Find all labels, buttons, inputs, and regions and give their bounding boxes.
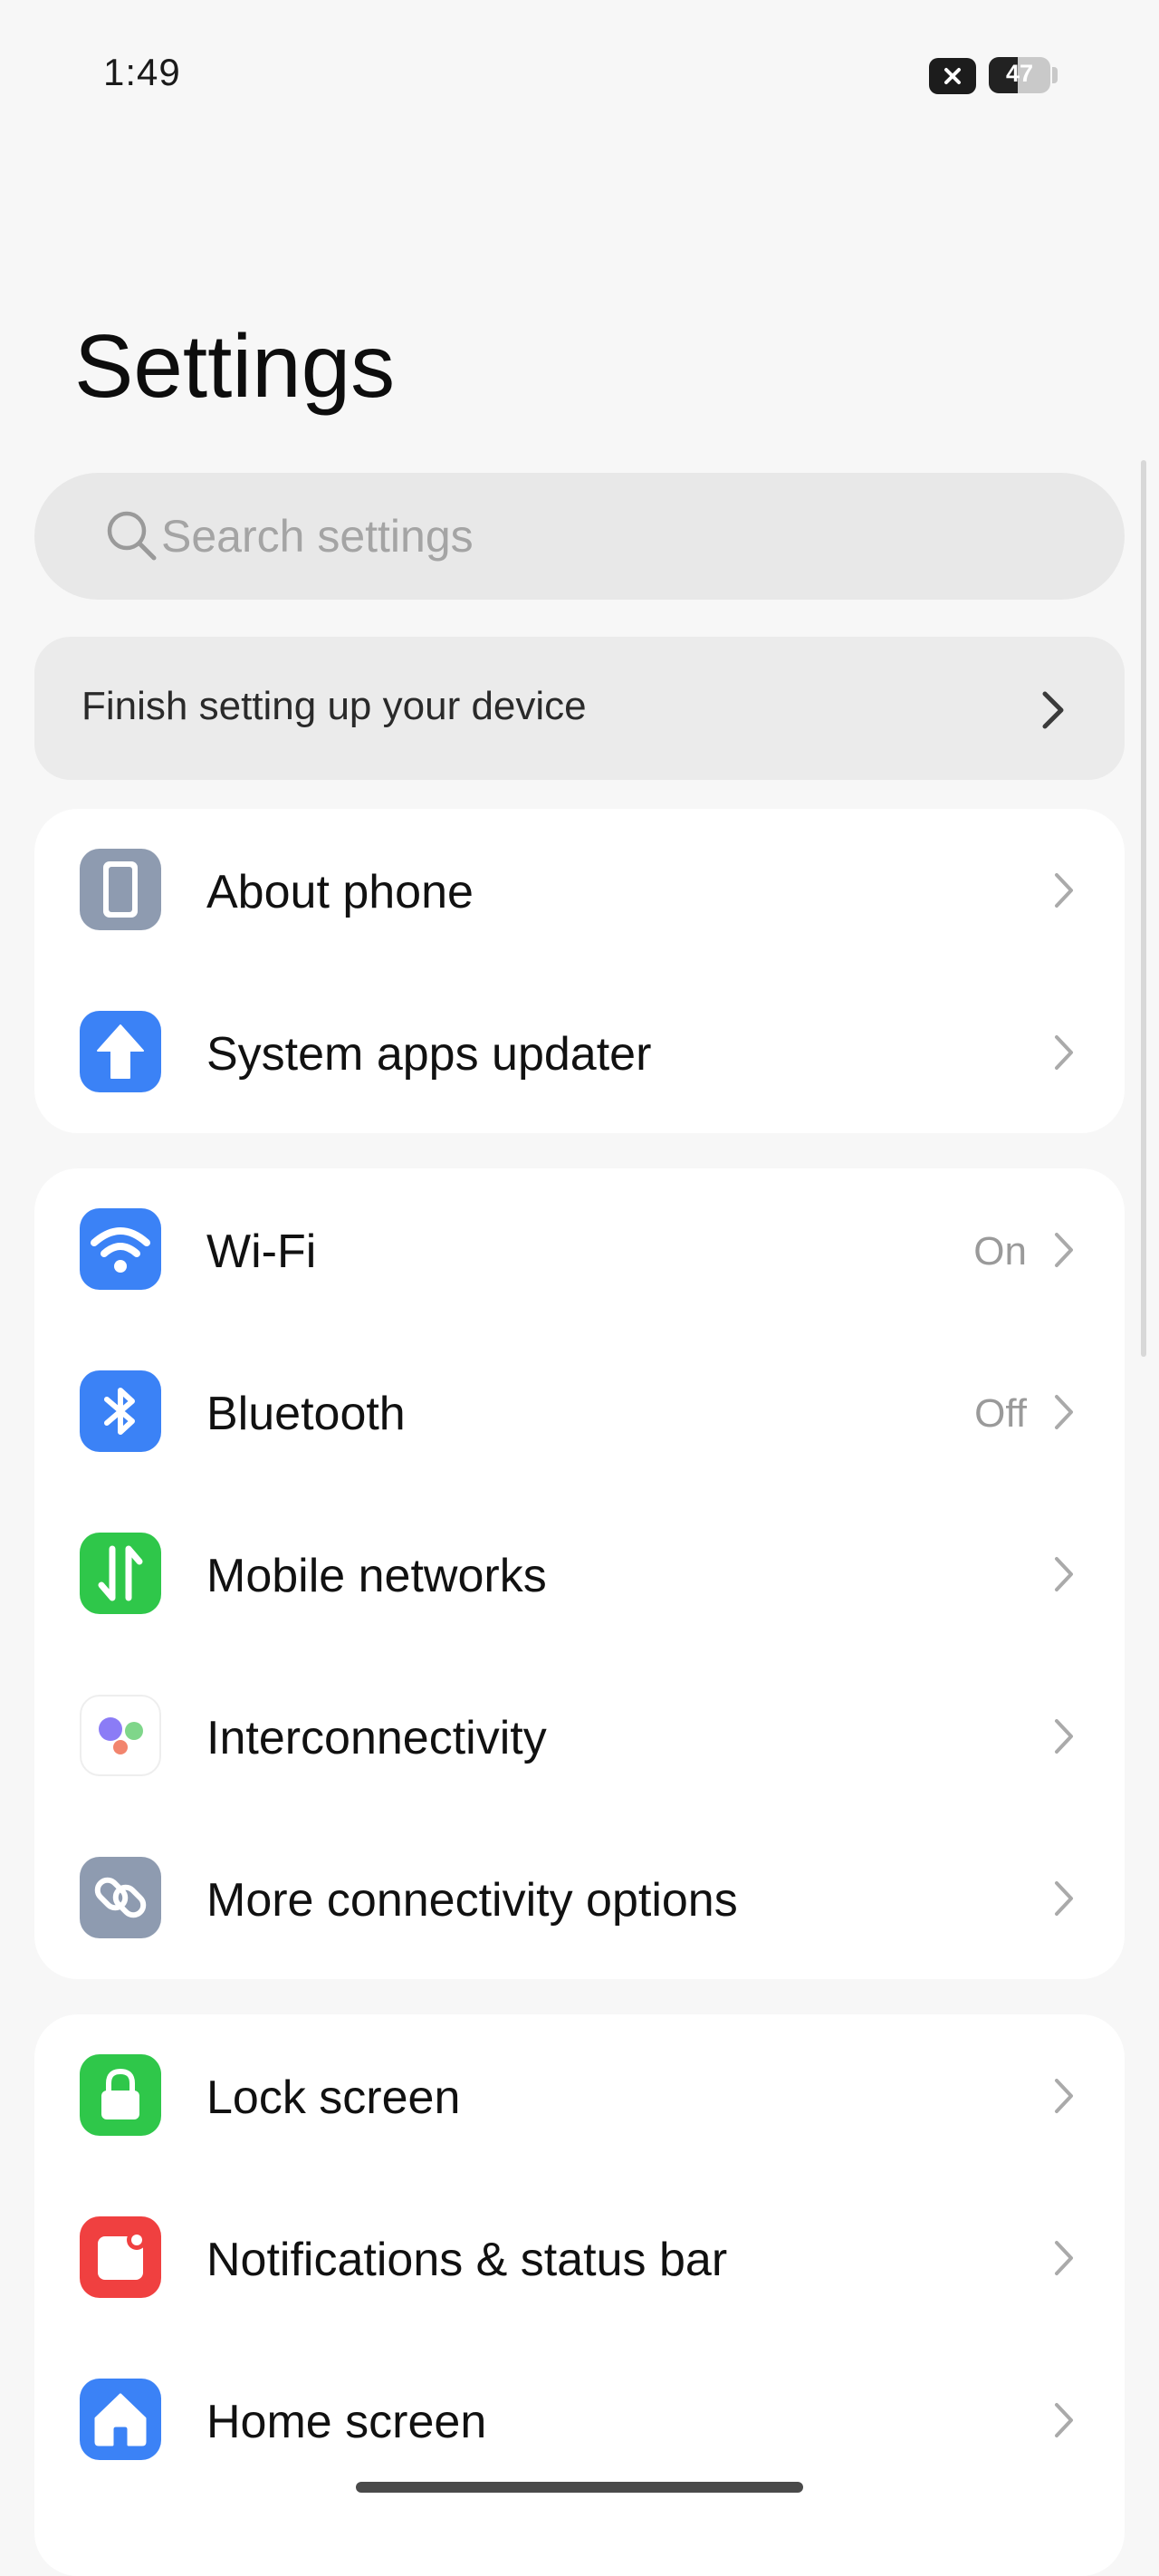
settings-item-wifi[interactable]: Wi-Fi On — [34, 1168, 1125, 1331]
status-time: 1:49 — [103, 51, 181, 93]
notification-x-icon — [929, 58, 976, 94]
settings-item-about-phone[interactable]: About phone — [34, 809, 1125, 971]
finish-setup-banner[interactable]: Finish setting up your device — [34, 637, 1125, 780]
battery-tip — [1052, 67, 1058, 83]
link-icon — [80, 1857, 161, 1938]
chevron-right-icon — [1055, 1719, 1073, 1754]
chevron-right-icon — [1055, 1881, 1073, 1916]
settings-item-label: Lock screen — [206, 2071, 461, 2124]
home-icon — [80, 2379, 161, 2460]
arrow-up-icon — [80, 1011, 161, 1092]
settings-item-label: Interconnectivity — [206, 1712, 547, 1764]
search-icon — [107, 511, 157, 561]
bluetooth-icon — [80, 1370, 161, 1452]
battery-level: 47 — [1005, 60, 1034, 87]
home-indicator[interactable] — [356, 2482, 803, 2493]
chevron-right-icon — [1055, 2403, 1073, 2437]
chevron-right-icon — [1055, 1395, 1073, 1429]
chevron-right-icon — [1055, 2079, 1073, 2113]
settings-item-value: On — [973, 1229, 1027, 1274]
settings-item-label: Bluetooth — [206, 1388, 406, 1440]
settings-item-value: Off — [974, 1391, 1027, 1436]
settings-item-interconnectivity[interactable]: Interconnectivity — [34, 1655, 1125, 1817]
chevron-right-icon — [1055, 873, 1073, 908]
search-input[interactable] — [161, 473, 1067, 600]
page-title: Settings — [74, 316, 396, 416]
battery-icon: 47 — [989, 57, 1050, 93]
settings-item-lock-screen[interactable]: Lock screen — [34, 2014, 1125, 2177]
chevron-right-icon — [1055, 1035, 1073, 1070]
chevron-right-icon — [1042, 691, 1064, 729]
settings-group-device: About phone System apps updater — [34, 809, 1125, 1133]
lock-icon — [80, 2054, 161, 2136]
settings-item-mobile-networks[interactable]: Mobile networks — [34, 1493, 1125, 1655]
phone-icon — [80, 849, 161, 930]
settings-item-more-connectivity[interactable]: More connectivity options — [34, 1817, 1125, 1979]
chevron-right-icon — [1055, 1557, 1073, 1591]
settings-item-label: Mobile networks — [206, 1550, 547, 1602]
search-bar[interactable] — [34, 473, 1125, 600]
status-bar: 1:49 47 — [0, 0, 1159, 154]
finish-setup-label: Finish setting up your device — [81, 684, 587, 728]
settings-item-bluetooth[interactable]: Bluetooth Off — [34, 1331, 1125, 1493]
settings-item-label: Home screen — [206, 2396, 487, 2448]
settings-item-label: About phone — [206, 866, 474, 918]
interconnectivity-icon — [80, 1695, 161, 1776]
settings-item-label: More connectivity options — [206, 1874, 738, 1927]
settings-item-system-apps-updater[interactable]: System apps updater — [34, 971, 1125, 1133]
settings-item-home-screen[interactable]: Home screen — [34, 2339, 1125, 2501]
settings-item-label: Wi-Fi — [206, 1226, 317, 1278]
scrollbar[interactable] — [1141, 460, 1146, 1357]
chevron-right-icon — [1055, 1233, 1073, 1267]
notification-icon — [80, 2216, 161, 2298]
settings-group-connectivity: Wi-Fi On Bluetooth Off Mobile networks I… — [34, 1168, 1125, 1979]
wifi-icon — [80, 1208, 161, 1290]
mobile-data-icon — [80, 1533, 161, 1614]
chevron-right-icon — [1055, 2241, 1073, 2275]
settings-item-label: System apps updater — [206, 1028, 652, 1081]
settings-item-label: Notifications & status bar — [206, 2234, 728, 2286]
settings-item-notifications[interactable]: Notifications & status bar — [34, 2177, 1125, 2339]
